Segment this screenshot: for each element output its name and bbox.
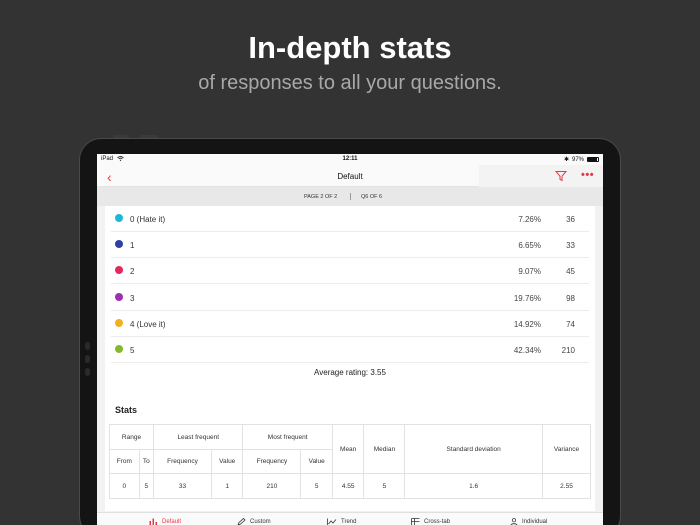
median-value: 5 [363,473,406,499]
app-screen: iPad 12:11 ✱ 97% ‹ Default ••• PAGE 2 OF… [97,154,603,525]
least-value-header: Value [211,449,244,474]
tab-label: Custom [250,519,271,525]
response-row: 1 6.65% 33 [105,232,595,258]
trend-icon [327,518,337,525]
tab-label: Trend [341,519,357,525]
response-row: 3 19.76% 98 [105,285,595,311]
color-dot [115,266,123,274]
tab-label: Cross-tab [424,519,451,525]
page-number: PAGE 2 OF 2 [304,194,338,200]
response-label: 3 [130,294,135,303]
color-dot [115,214,123,222]
range-header: Range [109,424,154,450]
response-count: 36 [566,215,575,224]
device-side-button [85,355,90,363]
from-header: From [109,449,140,474]
response-percent: 7.26% [518,215,541,224]
response-row: 2 9.07% 45 [105,258,595,284]
tab-default[interactable]: Default [149,518,181,525]
promo-subline: of responses to all your questions. [198,72,502,94]
mean-value: 4.55 [331,473,365,499]
response-count: 45 [566,267,575,276]
stddev-value: 1.6 [404,473,543,499]
promo-headline: In-depth stats [248,30,452,65]
least-frequency-value: 33 [152,473,213,499]
status-time: 12:11 [342,156,358,162]
median-header: Median [363,424,406,474]
bottom-tab-bar: Default Custom Trend Cross-tab Individua… [97,512,603,525]
from-value: 0 [109,473,140,499]
device-side-button [85,368,90,376]
response-count: 210 [561,346,575,355]
bluetooth-icon: ✱ [563,157,569,163]
tab-trend[interactable]: Trend [327,518,356,525]
response-label: 2 [130,267,135,276]
status-right: ✱ 97% [564,156,599,163]
tab-label: Individual [522,519,548,525]
response-count: 33 [566,241,575,250]
tab-cross-tab[interactable]: Cross-tab [411,518,450,525]
response-percent: 6.65% [518,241,541,250]
color-dot [115,319,123,327]
response-percent: 42.34% [513,346,541,355]
more-options-icon[interactable]: ••• [581,169,594,181]
color-dot [115,345,123,353]
response-label: 4 (Love it) [130,320,166,329]
color-dot [115,293,123,301]
least-frequent-header: Least frequent [152,424,244,450]
row-divider [111,362,589,363]
battery-icon [587,157,599,162]
filter-icon[interactable] [555,170,567,182]
response-percent: 9.07% [518,267,541,276]
question-number: Q6 OF 6 [361,194,383,200]
response-label: 1 [130,241,135,250]
stats-values-row: 0 5 33 1 210 5 4.55 5 1.6 2.55 [109,473,591,499]
stats-heading: Stats [115,405,138,415]
response-percent: 14.92% [513,320,541,329]
mean-header: Mean [331,424,365,474]
bar-chart-icon [149,518,157,525]
person-icon [510,518,518,525]
tab-individual[interactable]: Individual [510,518,547,525]
most-value-header: Value [300,449,333,474]
device-side-button [85,342,90,350]
response-label: 0 (Hate it) [130,215,166,224]
question-results-card: 0 (Hate it) 7.26% 36 1 6.65% 33 2 9.07% … [105,206,595,511]
response-count: 74 [566,320,575,329]
response-row: 0 (Hate it) 7.26% 36 [105,206,595,232]
stats-table: Range Least frequent Most frequent Mean … [109,424,591,499]
variance-header: Variance [542,424,591,474]
status-bar: iPad 12:11 ✱ 97% [97,154,603,165]
average-rating: Average rating: 3.55 [314,368,386,377]
stddev-header: Standard deviation [404,424,543,474]
response-count: 98 [566,294,575,303]
least-frequency-header: Frequency [152,449,213,474]
response-percent: 19.76% [513,294,541,303]
response-row: 5 42.34% 210 [105,337,595,363]
color-dot [115,240,123,248]
page-indicator: PAGE 2 OF 2 Q6 OF 6 [97,187,603,206]
most-frequency-value: 210 [242,473,302,499]
response-label: 5 [130,346,135,355]
to-value: 5 [138,473,155,499]
most-frequency-header: Frequency [242,449,302,474]
most-value: 5 [300,473,333,499]
battery-percent: 97% [571,156,584,163]
variance-value: 2.55 [542,473,591,499]
to-header: To [138,449,155,474]
pencil-icon [237,518,246,525]
least-value: 1 [211,473,244,499]
stats-header-row: Range Least frequent Most frequent Mean … [109,424,591,474]
tab-custom[interactable]: Custom [237,518,271,525]
row-divider [111,283,589,284]
response-row: 4 (Love it) 14.92% 74 [105,311,595,337]
pager-divider [350,193,351,200]
most-frequent-header: Most frequent [242,424,333,450]
tab-label: Default [162,519,182,525]
crosstab-icon [411,518,420,525]
